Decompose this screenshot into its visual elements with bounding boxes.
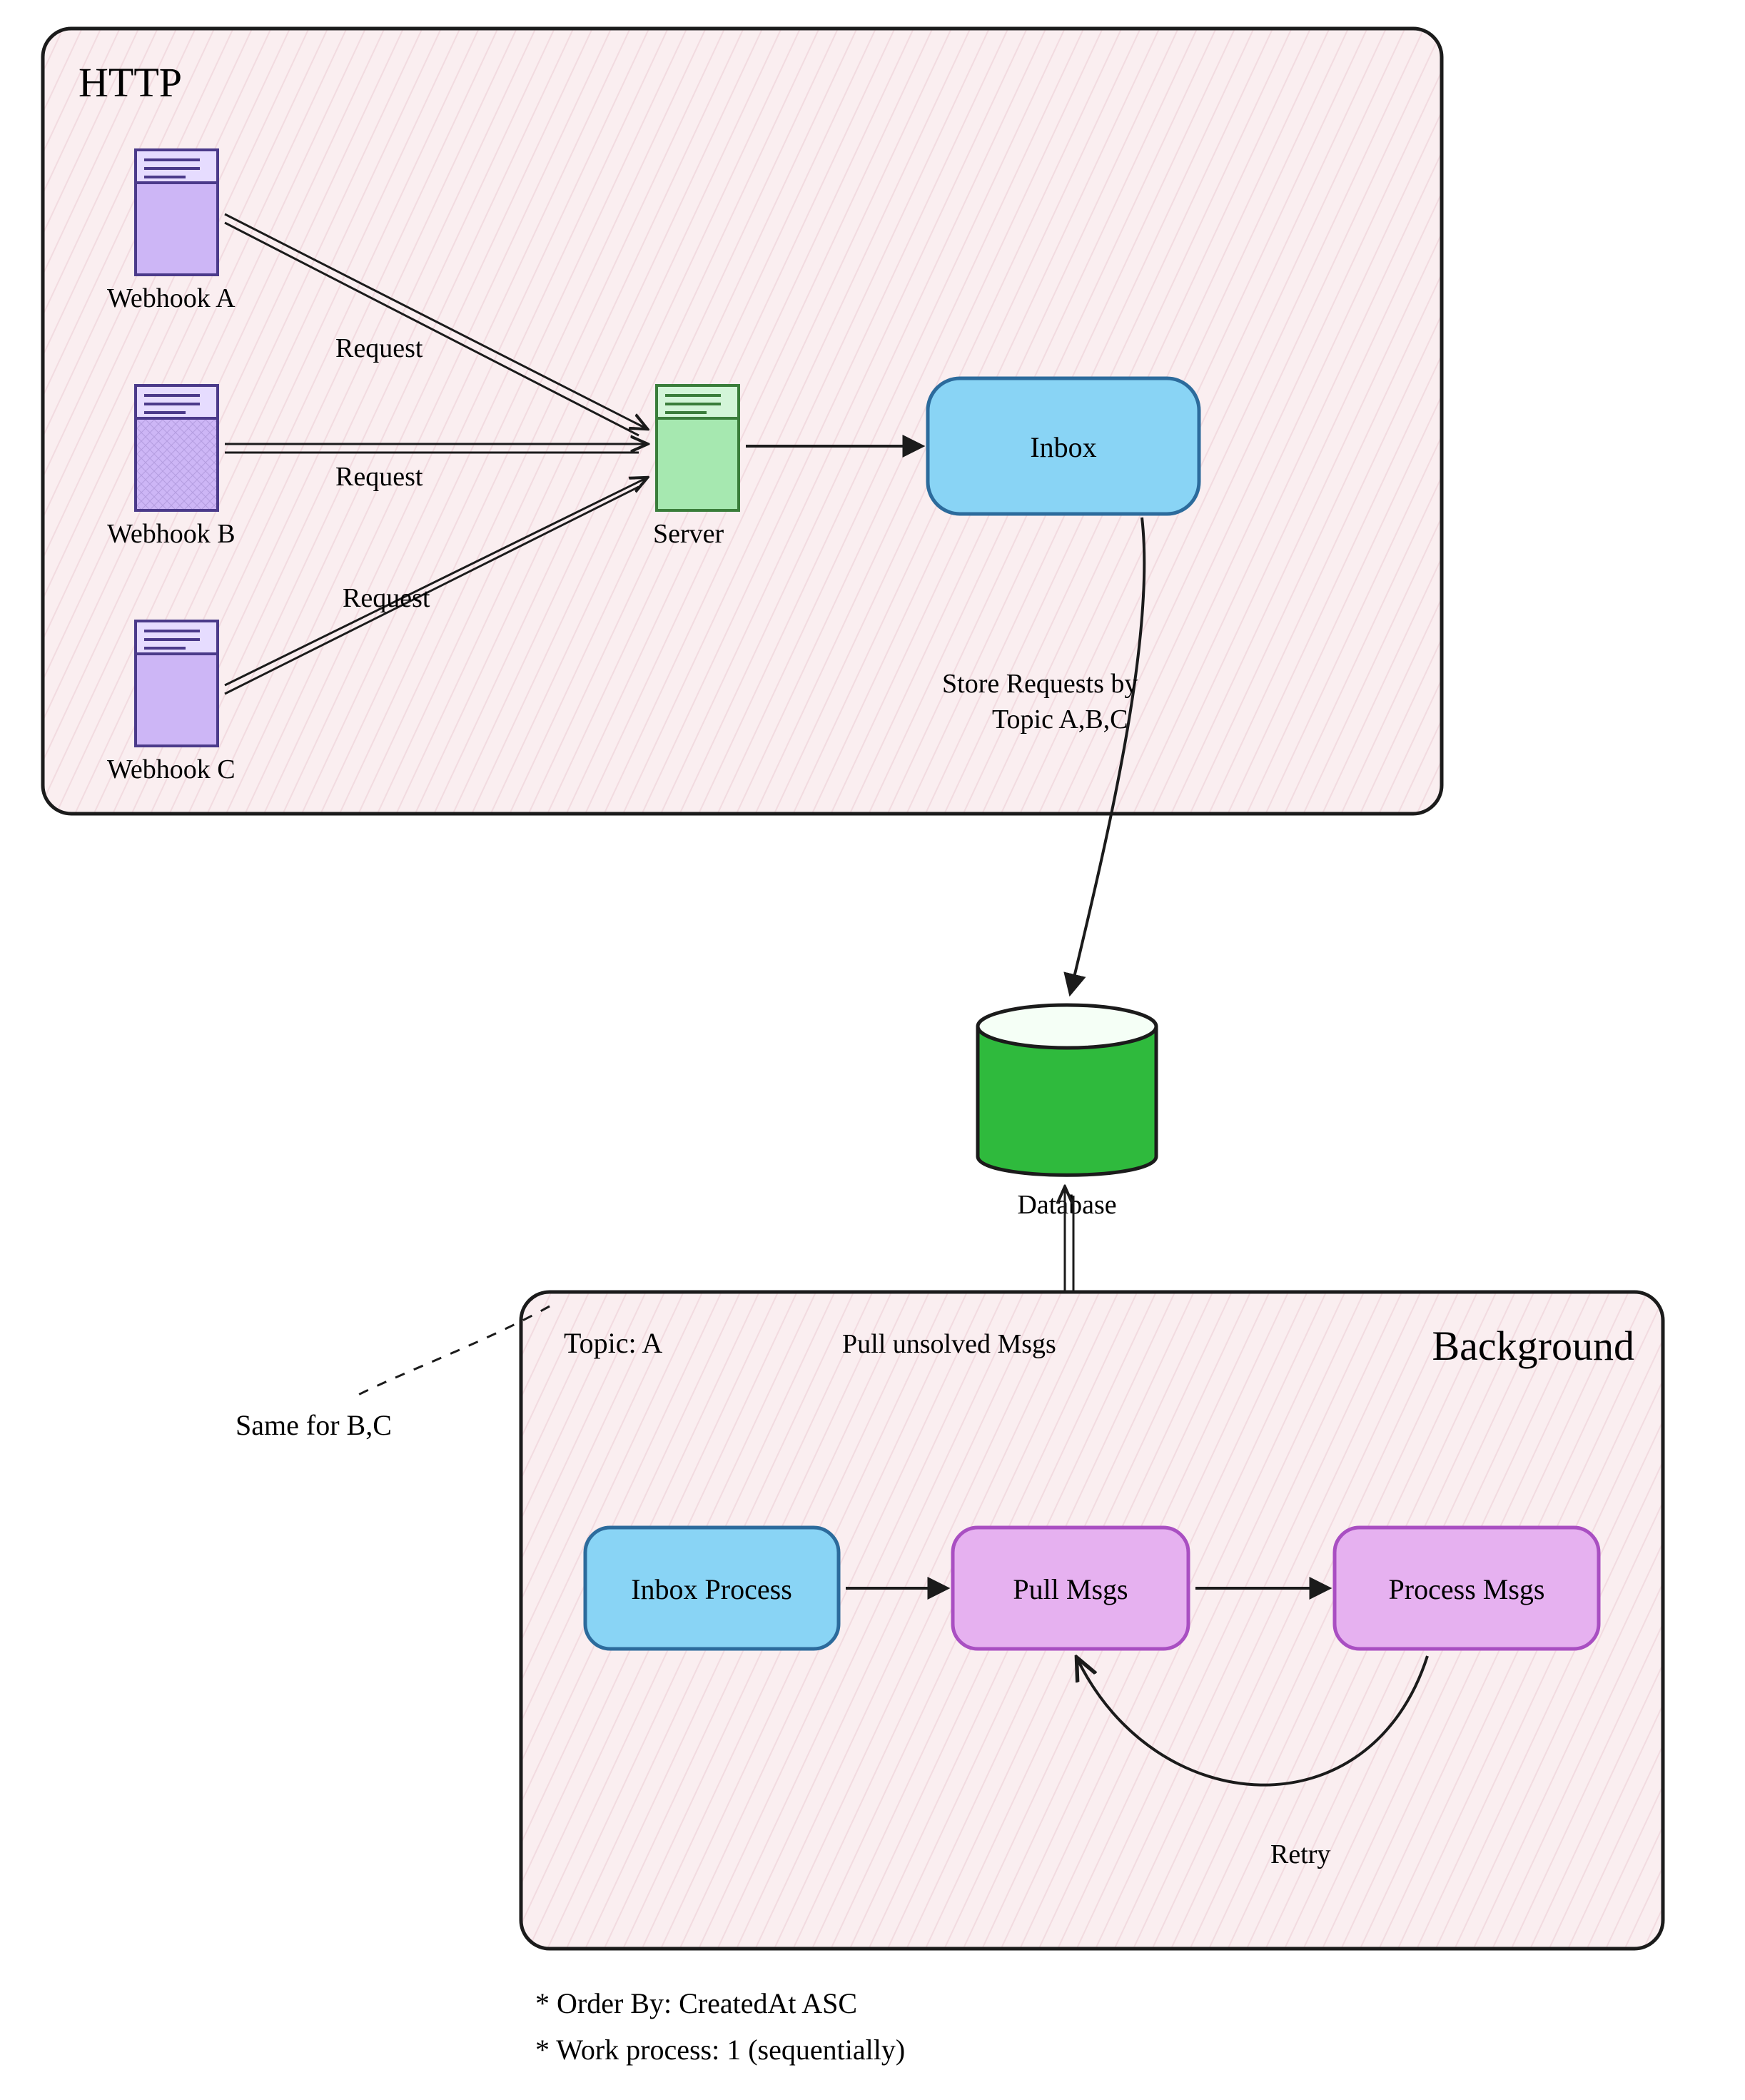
request-b-label: Request: [335, 462, 423, 492]
retry-label: Retry: [1270, 1839, 1330, 1869]
pull-msgs-label: Pull Msgs: [1013, 1573, 1128, 1605]
note-1: * Order By: CreatedAt ASC: [535, 1987, 857, 2019]
topic-label: Topic: A: [564, 1327, 662, 1359]
database-label: Database: [1017, 1190, 1116, 1220]
note-2: * Work process: 1 (sequentially): [535, 2034, 905, 2066]
background-panel: Topic: A Background Pull unsolved Msgs S…: [236, 1292, 1663, 1949]
inbox-process-label: Inbox Process: [631, 1573, 792, 1605]
request-a-label: Request: [335, 333, 423, 363]
process-msgs-label: Process Msgs: [1389, 1573, 1545, 1605]
inbox-label: Inbox: [1030, 431, 1096, 463]
inbox-process-node: Inbox Process: [585, 1528, 839, 1649]
request-c-label: Request: [343, 583, 430, 613]
inbox-node: Inbox: [928, 378, 1199, 514]
http-title: HTTP: [79, 59, 182, 106]
webhook-b-label: Webhook B: [107, 519, 236, 549]
same-for-label: Same for B,C: [236, 1409, 392, 1441]
store-label-line1: Store Requests by: [942, 669, 1138, 699]
store-label-line2: Topic A,B,C: [992, 705, 1128, 735]
server-label: Server: [653, 519, 724, 549]
http-panel: HTTP Webhook A Webhook B Webhook C Serve…: [43, 29, 1442, 992]
pull-msgs-node: Pull Msgs: [953, 1528, 1188, 1649]
webhook-c-label: Webhook C: [107, 754, 236, 784]
process-msgs-node: Process Msgs: [1335, 1528, 1599, 1649]
database-node: Database: [978, 1005, 1156, 1220]
webhook-a-label: Webhook A: [107, 283, 236, 313]
pull-unsolved-label: Pull unsolved Msgs: [842, 1329, 1056, 1359]
background-title: Background: [1432, 1323, 1635, 1369]
